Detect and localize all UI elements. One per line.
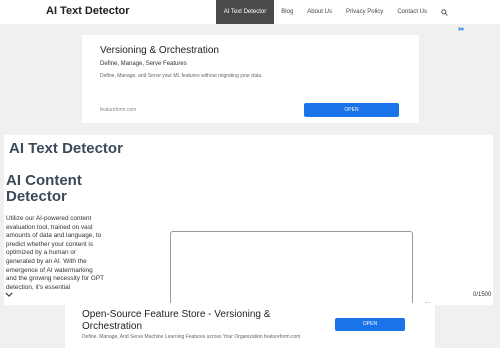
top-ad-banner[interactable]: Versioning & Orchestration Define, Manag… [82, 35, 419, 123]
search-icon [440, 8, 448, 16]
ad-open-button[interactable]: OPEN [304, 103, 399, 117]
nav-item-ai-text-detector[interactable]: AI Text Detector [215, 0, 275, 24]
ad-title[interactable]: Versioning & Orchestration [100, 45, 219, 56]
bottom-ad-banner[interactable]: Open-Source Feature Store - Versioning &… [65, 303, 435, 348]
nav-item-contact-us[interactable]: Contact Us [390, 0, 434, 24]
description-text: Utilize our AI-powered content evaluatio… [6, 215, 104, 291]
ad-description: Define, Manage, and Serve your ML featur… [100, 73, 263, 79]
section-title: AI Content Detector [6, 172, 82, 205]
site-brand[interactable]: AI Text Detector [46, 5, 130, 17]
text-input-area[interactable] [170, 231, 413, 305]
ad-open-button[interactable]: OPEN [335, 318, 405, 331]
ad-title[interactable]: Open-Source Feature Store - Versioning &… [82, 309, 322, 333]
ad-domain[interactable]: featureform.com [100, 107, 136, 113]
nav-item-blog[interactable]: Blog [274, 0, 300, 24]
main-nav: AI Text Detector Blog About Us Privacy P… [215, 0, 454, 24]
chevron-down-icon[interactable] [5, 290, 13, 299]
ad-description: Define, Manage, And Serve Machine Learni… [82, 334, 301, 340]
main-content: AI Text Detector AI Content Detector Uti… [4, 135, 493, 305]
nav-item-about-us[interactable]: About Us [300, 0, 339, 24]
search-button[interactable] [434, 0, 454, 24]
character-counter: 0/1500 [473, 292, 492, 298]
ad-choices-icon[interactable] [458, 26, 465, 34]
nav-item-privacy-policy[interactable]: Privacy Policy [339, 0, 390, 24]
ad-subtitle: Define, Manage, Serve Features [100, 61, 187, 67]
page-title: AI Text Detector [9, 140, 123, 157]
top-navbar: AI Text Detector AI Text Detector Blog A… [0, 0, 500, 24]
